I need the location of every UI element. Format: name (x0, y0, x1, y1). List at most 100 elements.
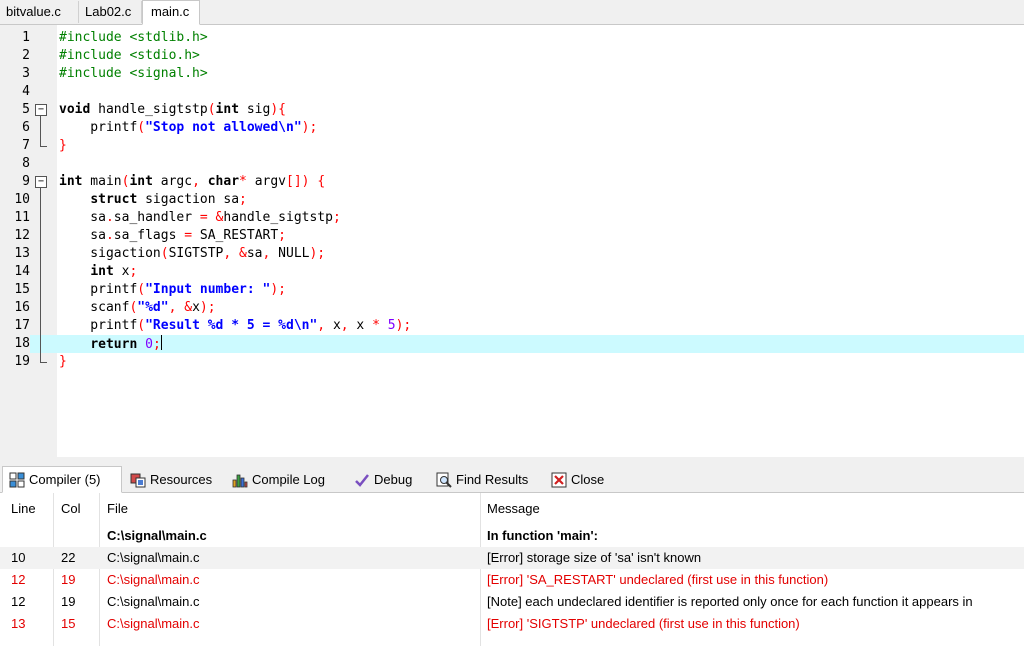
code-line: 15 printf("Input number: "); (0, 281, 1024, 299)
code-text: printf("Result %d * 5 = %d\n", x, x * 5)… (59, 318, 412, 333)
line-number: 12 (14, 228, 30, 243)
code-text: void handle_sigtstp(int sig){ (59, 102, 286, 117)
code-text: int main(int argc, char* argv[]) { (59, 174, 326, 189)
code-text: #include <signal.h> (59, 66, 208, 81)
line-number: 14 (14, 264, 30, 279)
message-cell: [Error] storage size of 'sa' isn't known (487, 550, 702, 565)
code-text: int x; (90, 264, 138, 279)
tab-lab02-c[interactable]: Lab02.c (79, 1, 142, 23)
table-row[interactable]: 10 22 C:\signal\main.c [Error] storage s… (0, 547, 1024, 569)
line-cell: 12 (11, 572, 26, 587)
tab-resources[interactable]: Resources (124, 467, 222, 492)
code-line: 3 #include <signal.h> (0, 65, 1024, 83)
tab-compiler[interactable]: Compiler (5) (2, 466, 122, 493)
message-cell: In function 'main': (487, 528, 598, 543)
col-cell: 22 (61, 550, 76, 565)
code-line: 12 sa.sa_flags = SA_RESTART; (0, 227, 1024, 245)
fold-toggle-main[interactable]: − (35, 173, 47, 191)
col-cell: 19 (61, 572, 76, 587)
line-cell: 10 (11, 550, 26, 565)
code-line: 7 } (0, 137, 1024, 155)
fold-minus-icon[interactable]: − (35, 176, 47, 188)
bar-chart-icon (232, 474, 248, 488)
code-text: #include <stdio.h> (59, 48, 200, 63)
line-number: 6 (22, 120, 30, 135)
column-header-file[interactable]: File (107, 493, 482, 525)
line-number: 17 (14, 318, 30, 333)
line-number: 7 (22, 138, 30, 153)
code-line: 9 − int main(int argc, char* argv[]) { (0, 173, 1024, 191)
line-number: 5 (22, 102, 30, 117)
code-text: } (59, 138, 67, 153)
line-number: 18 (0, 335, 30, 353)
tab-close[interactable]: Close (545, 467, 615, 492)
code-text: #include <stdlib.h> (59, 30, 208, 45)
line-number: 4 (22, 84, 30, 99)
tab-find-results[interactable]: Find Results (430, 467, 542, 492)
table-row-error[interactable]: 12 19 C:\signal\main.c [Error] 'SA_RESTA… (0, 569, 1024, 591)
code-line: 14 int x; (0, 263, 1024, 281)
code-line: 11 sa.sa_handler = &handle_sigtstp; (0, 209, 1024, 227)
line-cell: 13 (11, 616, 26, 631)
resources-icon (130, 473, 146, 488)
compiler-results-table: Line Col File Message C:\signal\main.c I… (0, 493, 1024, 646)
checkmark-icon (355, 474, 369, 487)
code-text: printf("Stop not allowed\n"); (59, 120, 318, 135)
message-cell: [Note] each undeclared identifier is rep… (487, 594, 973, 609)
tab-main-c[interactable]: main.c (142, 0, 200, 25)
fold-minus-icon[interactable]: − (35, 104, 47, 116)
code-editor[interactable]: 1 #include <stdlib.h> 2 #include <stdio.… (0, 25, 1024, 457)
code-text: struct sigaction sa; (90, 192, 247, 207)
table-row[interactable]: C:\signal\main.c In function 'main': (0, 525, 1024, 547)
find-results-icon (436, 472, 452, 488)
code-text: } (59, 354, 67, 369)
code-text: sigaction(SIGTSTP, &sa, NULL); (59, 246, 326, 261)
tab-bitvalue-c[interactable]: bitvalue.c (0, 1, 79, 23)
line-number: 10 (14, 192, 30, 207)
line-number: 11 (14, 210, 30, 225)
file-cell: C:\signal\main.c (107, 594, 200, 609)
col-cell: 19 (61, 594, 76, 609)
column-header-col[interactable]: Col (61, 493, 101, 525)
code-line: 2 #include <stdio.h> (0, 47, 1024, 65)
code-line: 19 } (0, 353, 1024, 371)
code-text: printf("Input number: "); (59, 282, 286, 297)
file-tab-bar: bitvalue.c Lab02.c main.c (0, 0, 1024, 25)
file-cell: C:\signal\main.c (107, 528, 207, 543)
message-cell: [Error] 'SIGTSTP' undeclared (first use … (487, 616, 800, 631)
column-header-line[interactable]: Line (11, 493, 51, 525)
bottom-panel-tab-bar: Compiler (5) Resources Compile Log Debug… (0, 464, 1024, 493)
line-number: 13 (14, 246, 30, 261)
file-cell: C:\signal\main.c (107, 616, 200, 631)
message-cell: [Error] 'SA_RESTART' undeclared (first u… (487, 572, 829, 587)
table-row[interactable]: 12 19 C:\signal\main.c [Note] each undec… (0, 591, 1024, 613)
tab-debug[interactable]: Debug (348, 467, 428, 492)
fold-toggle-handle-sigtstp[interactable]: − (35, 101, 47, 119)
code-line: 5 − void handle_sigtstp(int sig){ (0, 101, 1024, 119)
table-header-row: Line Col File Message (0, 493, 1024, 525)
file-cell: C:\signal\main.c (107, 572, 200, 587)
close-icon (551, 472, 567, 488)
code-line: 6 printf("Stop not allowed\n"); (0, 119, 1024, 137)
tab-compile-log[interactable]: Compile Log (226, 467, 344, 492)
line-number: 2 (22, 48, 30, 63)
column-header-message[interactable]: Message (487, 493, 1024, 525)
line-number: 16 (14, 300, 30, 315)
code-text: sa.sa_flags = SA_RESTART; (59, 228, 286, 243)
line-number: 15 (14, 282, 30, 297)
code-line: 8 (0, 155, 1024, 173)
text-caret (160, 335, 162, 350)
code-line: 4 (0, 83, 1024, 101)
file-cell: C:\signal\main.c (107, 550, 200, 565)
line-cell: 12 (11, 594, 26, 609)
code-text: scanf("%d", &x); (59, 300, 216, 315)
compiler-grid-icon (9, 472, 25, 488)
line-number: 19 (14, 354, 30, 369)
code-text: return 0; (90, 335, 162, 352)
code-line: 13 sigaction(SIGTSTP, &sa, NULL); (0, 245, 1024, 263)
code-line: 10 struct sigaction sa; (0, 191, 1024, 209)
line-number: 8 (22, 156, 30, 171)
table-row-error[interactable]: 13 15 C:\signal\main.c [Error] 'SIGTSTP'… (0, 613, 1024, 635)
col-cell: 15 (61, 616, 76, 631)
line-number: 3 (22, 66, 30, 81)
